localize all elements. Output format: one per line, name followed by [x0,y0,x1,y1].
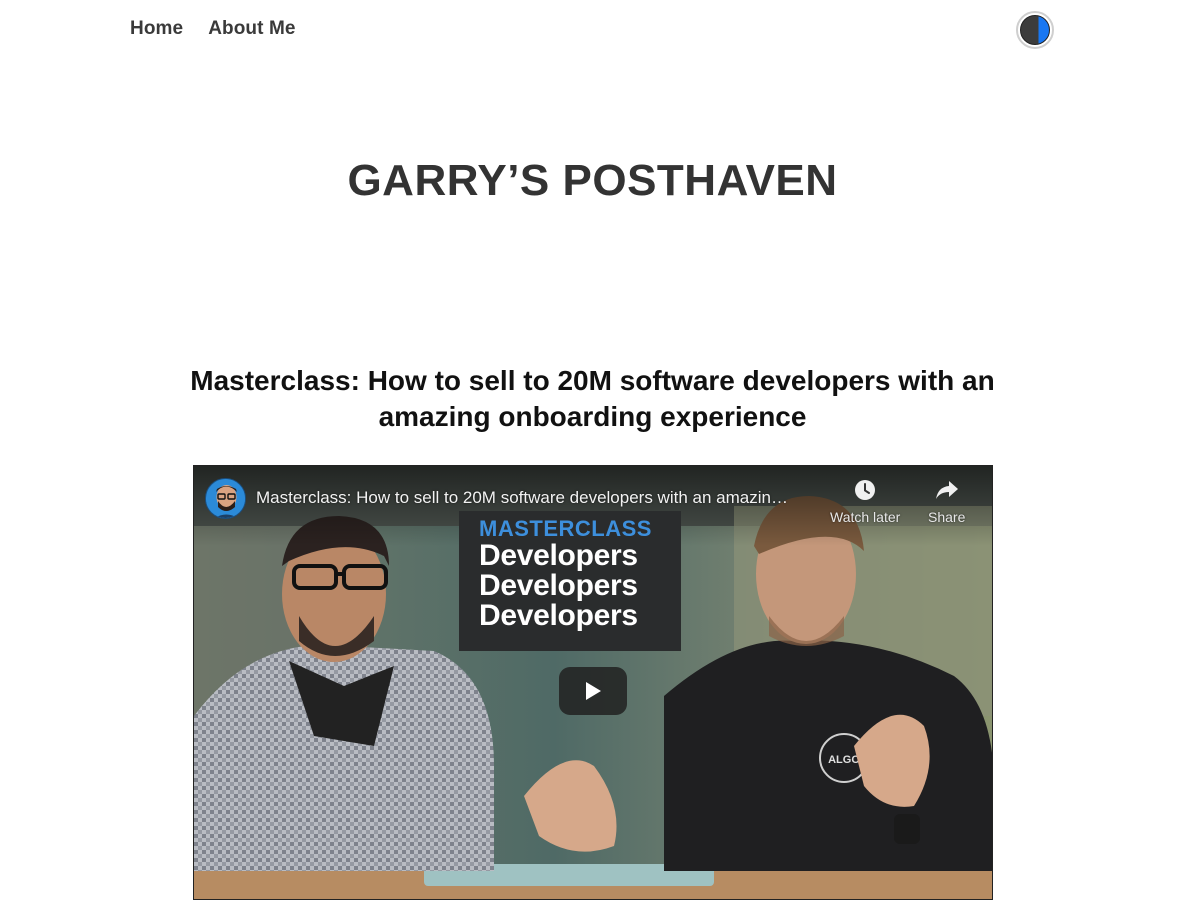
masterclass-heading: MASTERCLASS [479,516,652,541]
nav-about-link[interactable]: About Me [208,18,295,40]
page: Home About Me GARRY’S POSTHAVEN Mastercl… [0,0,1185,900]
card-line-1: Developers [479,539,638,572]
site-title[interactable]: GARRY’S POSTHAVEN [0,156,1185,206]
card-line-2: Developers [479,569,638,602]
play-icon [586,682,601,700]
shirt-logo-text: ALGO [828,754,860,766]
nav-home-link[interactable]: Home [130,18,183,40]
watch-later-label: Watch later [830,509,901,525]
watch-later-button[interactable]: Watch later [830,478,900,525]
top-nav: Home About Me [130,18,296,40]
card-line-3: Developers [479,599,638,632]
share-button[interactable]: Share [928,478,965,525]
video-title[interactable]: Masterclass: How to sell to 20M software… [256,488,821,508]
clock-icon [855,480,876,500]
video-embed[interactable]: ALGO Masterclass: How to sell to 20M sof… [193,465,993,900]
channel-avatar[interactable] [205,478,246,519]
play-button[interactable] [559,667,627,715]
theme-toggle-icon [1020,15,1050,45]
share-arrow-icon [935,481,958,499]
masterclass-title-card: MASTERCLASS Developers Developers Develo… [459,511,681,651]
post-title[interactable]: Masterclass: How to sell to 20M software… [180,363,1005,435]
theme-toggle-button[interactable] [1016,11,1054,49]
share-label: Share [928,509,966,525]
